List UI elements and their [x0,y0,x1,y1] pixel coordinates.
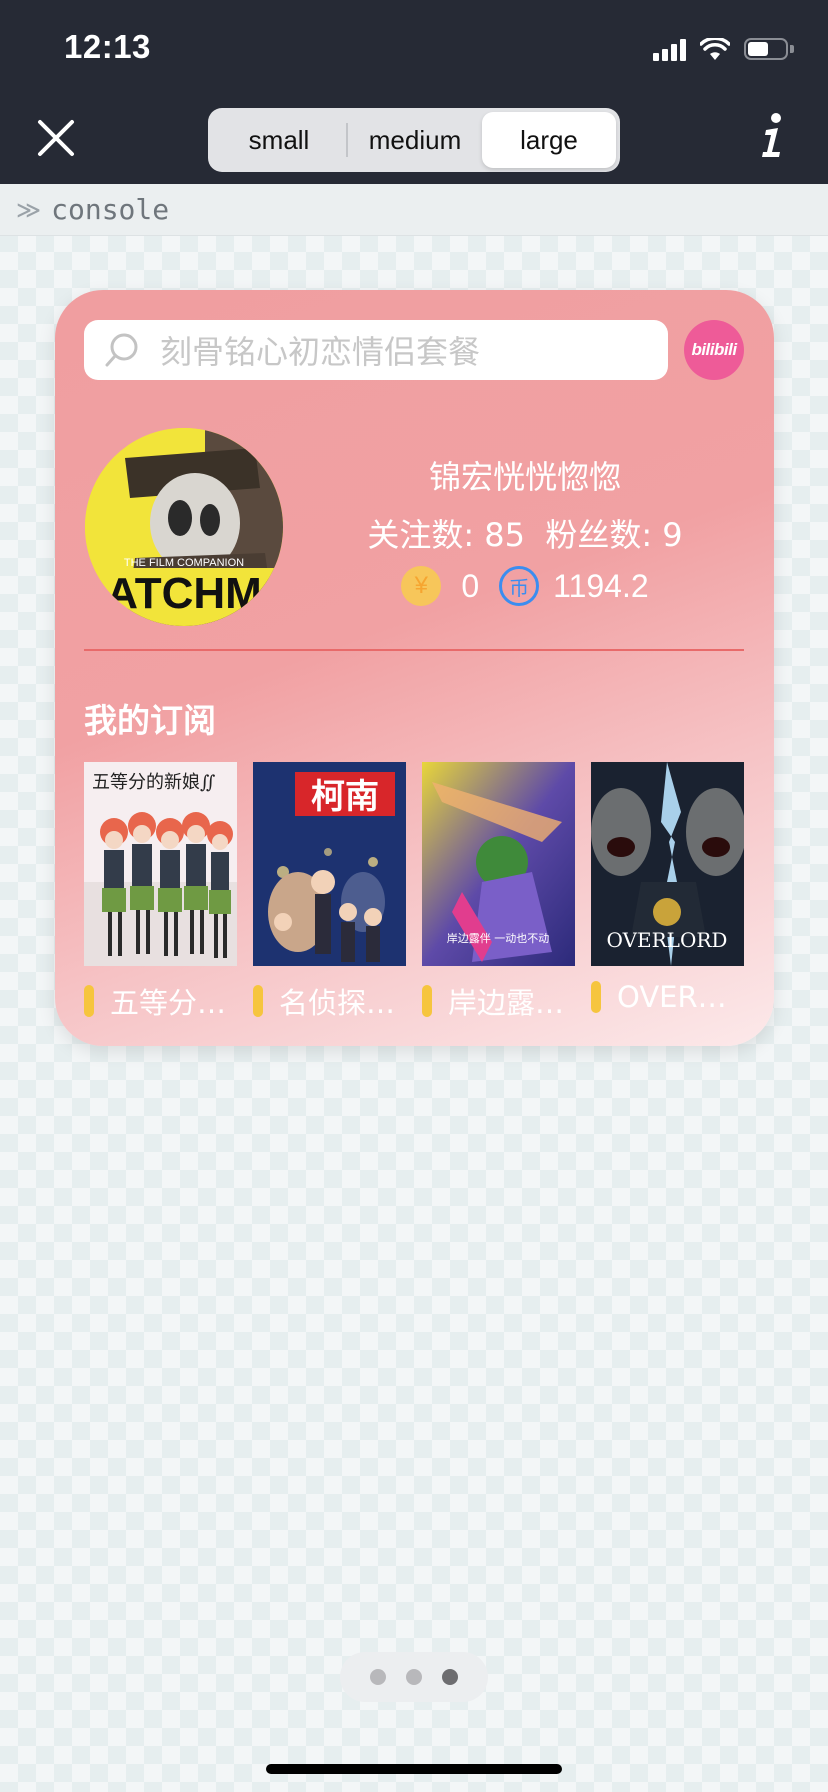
svg-text:THE FILM COMPANION: THE FILM COMPANION [124,557,244,569]
subscription-item[interactable]: 五等分的新娘∬ 五等分… [84,762,237,1022]
cover-title-text: 五等分的新娘∬ [92,772,216,793]
console-bar[interactable]: ≫ console [0,184,828,236]
caption-marker [84,985,94,1017]
page-dot-active[interactable] [442,1669,458,1685]
bilibili-logo[interactable]: bilibili [684,320,744,380]
cover-image: 五等分的新娘∬ [84,762,237,966]
coin-row: ¥ 0 币 1194.2 [355,566,695,606]
subscription-title-text: 五等分… [110,986,227,1020]
segment-medium[interactable]: medium [348,112,482,168]
subscription-item[interactable]: OVERLORD OVERL… [591,762,744,1022]
yen-coin-icon: ¥ [401,566,442,606]
user-info: 锦宏恍恍惚惚 关注数: 85 粉丝数: 9 ¥ 0 币 1194.2 [355,452,695,606]
caption-marker [591,981,601,1013]
info-icon[interactable] [758,112,788,160]
coin-count: 0 [461,567,480,604]
subscription-title-text: OVERL… [617,980,741,1014]
home-indicator[interactable] [266,1764,562,1774]
subscription-title: 我的订阅 [84,701,216,740]
battery-icon [744,38,794,62]
wifi-icon [700,38,730,60]
subscription-title-text: 岸边露… [448,986,565,1020]
status-icons [653,36,794,64]
bcoin-icon: 币 [499,566,540,606]
console-label: console [51,193,170,226]
cover-image: 柯南 [253,762,406,966]
svg-text:ATCHM: ATCHM [106,569,262,618]
page-dot[interactable] [370,1669,386,1685]
cover-image: 岸边露伴 一动也不动 [422,762,575,966]
search-icon [105,333,138,367]
bilibili-widget-card[interactable]: 刻骨铭心初恋情侣套餐 bilibili THE FILM COMPANION A… [55,290,774,1046]
segment-large[interactable]: large [482,112,616,168]
avatar-image: THE FILM COMPANION ATCHM [85,428,283,626]
top-bar: 12:13 small medium large [0,0,828,184]
bcoin-count: 1194.2 [553,567,649,604]
status-time: 12:13 [64,28,151,65]
page-dot[interactable] [406,1669,422,1685]
subscription-title-text: 名侦探… [279,986,396,1020]
cover-title-text: 岸边露伴 一动也不动 [447,932,550,945]
close-icon[interactable] [36,118,76,158]
cellular-signal-icon [653,39,686,61]
size-segmented-control: small medium large [208,108,620,172]
segment-small[interactable]: small [212,112,346,168]
cover-title-text: OVERLORD [607,928,728,952]
page-indicator[interactable] [340,1652,488,1702]
cover-title-text: 柯南 [311,777,379,817]
caption-marker [422,985,432,1017]
cover-image: OVERLORD [591,762,744,966]
follow-stats: 关注数: 85 粉丝数: 9 [367,516,683,554]
search-placeholder: 刻骨铭心初恋情侣套餐 [160,333,481,371]
username: 锦宏恍恍惚惚 [428,458,621,496]
search-input[interactable]: 刻骨铭心初恋情侣套餐 [84,320,668,380]
subscription-list: 五等分的新娘∬ 五等分… 柯南 名侦探… 岸边露伴 一动也不动 岸边露… OVE… [84,762,744,1022]
avatar[interactable]: THE FILM COMPANION ATCHM [85,428,283,626]
subscription-item[interactable]: 柯南 名侦探… [253,762,406,1022]
caption-marker [253,985,263,1017]
subscription-item[interactable]: 岸边露伴 一动也不动 岸边露… [422,762,575,1022]
double-chevron-icon: ≫ [16,195,42,224]
section-divider [84,649,744,651]
